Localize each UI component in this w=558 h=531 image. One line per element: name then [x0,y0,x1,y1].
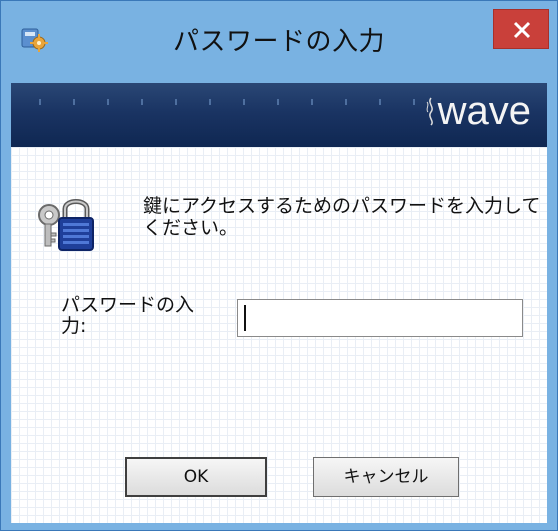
text-caret [244,305,246,331]
wave-banner: wave [11,83,547,147]
cancel-button[interactable]: キャンセル [313,457,459,497]
dialog-body: 鍵にアクセスするためのパスワードを入力してください。 パスワードの入力: OK … [11,147,547,523]
window-title: パスワードの入力 [172,27,385,57]
instruction-message: 鍵にアクセスするためのパスワードを入力してください。 [143,195,541,239]
password-label: パスワードの入力: [61,294,195,337]
wave-logo: wave [424,89,531,133]
password-dialog-window: パスワードの入力 wave 鍵にアクセスするためのパスワードを入力してください。… [0,0,558,531]
password-input[interactable] [237,299,523,337]
close-icon [513,21,531,39]
keys-lock-icon [35,191,101,253]
title-bar[interactable]: パスワードの入力 [1,1,557,83]
wave-logo-icon [426,97,433,126]
ok-button[interactable]: OK [125,457,267,497]
close-button[interactable] [493,9,549,49]
wave-logo-text: wave [437,89,531,133]
